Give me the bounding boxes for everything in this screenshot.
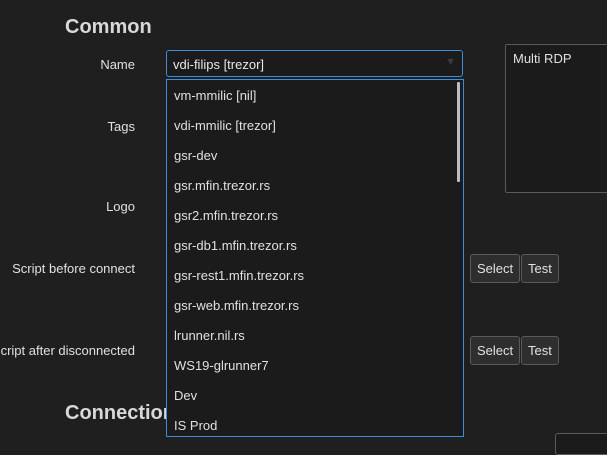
name-dropdown-list[interactable]: vm-mmilic [nil] vdi-mmilic [trezor] gsr-…: [166, 79, 464, 437]
dropdown-option[interactable]: Dev: [174, 381, 197, 411]
dropdown-option[interactable]: gsr-dev: [174, 141, 217, 171]
notes-text: Multi RDP: [513, 51, 572, 66]
name-label: Name: [100, 57, 135, 72]
dropdown-option[interactable]: IS Prod: [174, 411, 217, 436]
script-before-connect-label: Script before connect: [12, 261, 135, 276]
dropdown-option[interactable]: gsr2.mfin.trezor.rs: [174, 201, 278, 231]
tags-label: Tags: [107, 119, 135, 134]
name-combobox[interactable]: vdi-filips [trezor] ▼: [166, 50, 463, 77]
logo-label: Logo: [106, 199, 135, 214]
dropdown-option[interactable]: gsr-db1.mfin.trezor.rs: [174, 231, 297, 261]
script-after-disconnected-label: Script after disconnected: [0, 343, 135, 358]
dropdown-option[interactable]: WS19-glrunner7: [174, 351, 269, 381]
dropdown-option[interactable]: lrunner.nil.rs: [174, 321, 245, 351]
connection-section-title: Connection: [65, 402, 175, 424]
test-script-after-button[interactable]: Test: [521, 336, 559, 365]
test-script-before-button[interactable]: Test: [521, 254, 559, 283]
name-combobox-value: vdi-filips [trezor]: [173, 57, 265, 72]
dropdown-option[interactable]: gsr.mfin.trezor.rs: [174, 171, 270, 201]
connection-field-partial[interactable]: [555, 433, 607, 455]
notes-textbox[interactable]: Multi RDP: [505, 44, 607, 193]
dropdown-option[interactable]: gsr-web.mfin.trezor.rs: [174, 291, 299, 321]
dropdown-scrollbar[interactable]: [457, 82, 460, 182]
chevron-down-icon: ▼: [445, 56, 456, 68]
select-script-after-button[interactable]: Select: [470, 336, 521, 365]
select-script-before-button[interactable]: Select: [470, 254, 521, 283]
dropdown-option[interactable]: gsr-rest1.mfin.trezor.rs: [174, 261, 304, 291]
common-section-title: Common: [65, 16, 152, 38]
dropdown-option[interactable]: vm-mmilic [nil]: [174, 81, 256, 111]
dropdown-option[interactable]: vdi-mmilic [trezor]: [174, 111, 276, 141]
